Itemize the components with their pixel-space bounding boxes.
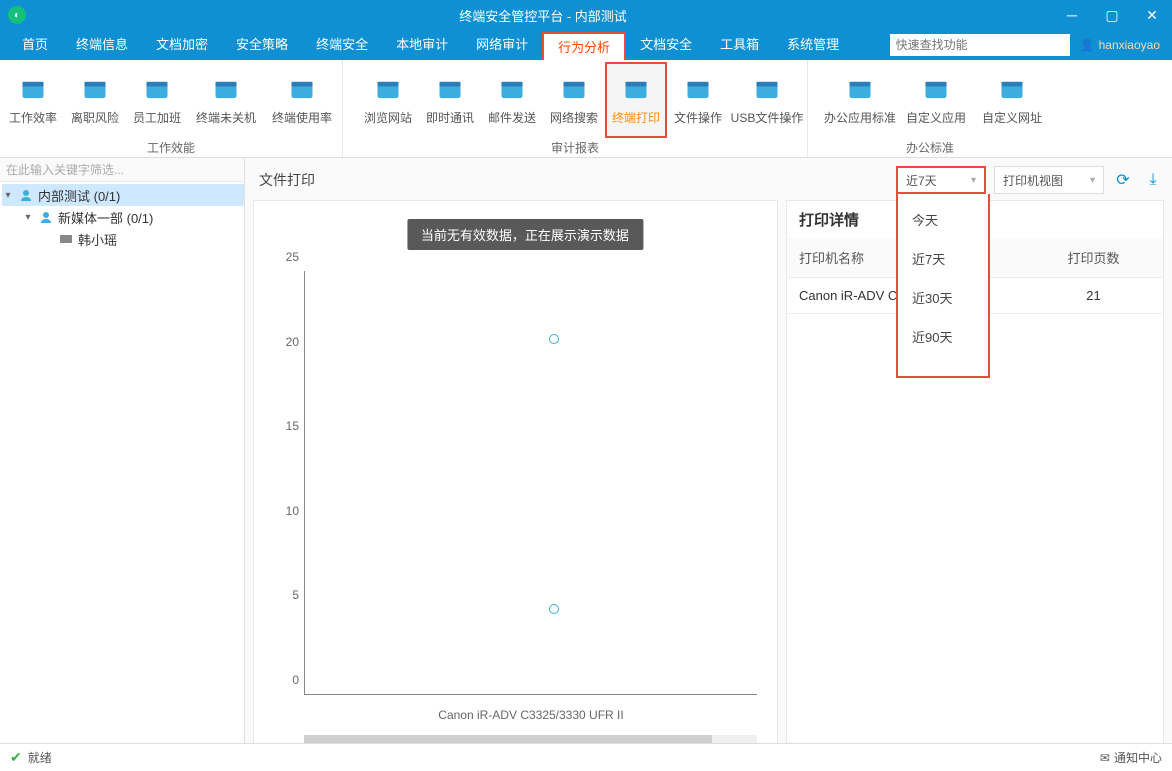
ribbon-item[interactable]: 网络搜索 xyxy=(543,62,605,138)
app-logo: ◐ xyxy=(8,6,26,24)
y-tick: 0 xyxy=(275,673,299,687)
status-bar: ✔ 就绪 ✉ 通知中心 xyxy=(0,743,1172,771)
main-panel: 文件打印 近7天▾ 打印机视图▾ ⟳ ⤓ 今天近7天近30天近90天 当前无有效… xyxy=(245,158,1172,768)
ribbon-item[interactable]: USB文件操作 xyxy=(729,62,805,138)
ribbon-icon xyxy=(142,75,172,105)
notify-center[interactable]: ✉ 通知中心 xyxy=(1100,749,1162,766)
window-title: 终端安全管控平台 - 内部测试 xyxy=(34,6,1052,25)
status-ok-icon: ✔ xyxy=(10,749,22,766)
toast-message: 当前无有效数据，正在展示演示数据 xyxy=(407,219,643,250)
close-button[interactable]: ✕ xyxy=(1132,0,1172,30)
view-dropdown[interactable]: 打印机视图▾ xyxy=(994,166,1104,194)
tree: ▾内部测试 (0/1)▾新媒体一部 (0/1)韩小瑶 xyxy=(0,182,244,250)
ribbon-item[interactable]: 文件操作 xyxy=(667,62,729,138)
y-tick: 10 xyxy=(275,504,299,518)
ribbon-item[interactable]: 浏览网站 xyxy=(357,62,419,138)
chevron-down-icon: ▾ xyxy=(971,175,976,186)
ribbon-icon xyxy=(373,75,403,105)
ribbon-item[interactable]: 终端打印 xyxy=(605,62,667,138)
ribbon: 工作效率离职风险员工加班终端未关机终端使用率工作效能 浏览网站即时通讯邮件发送网络… xyxy=(0,60,1172,158)
ribbon-group-label: 工作效能 xyxy=(147,138,195,158)
ribbon-icon xyxy=(287,75,317,105)
menu-item[interactable]: 终端安全 xyxy=(302,31,382,59)
dropdown-option[interactable]: 近30天 xyxy=(898,278,988,317)
menu-item[interactable]: 系统管理 xyxy=(773,31,853,59)
chart-point xyxy=(549,334,559,344)
status-text: 就绪 xyxy=(28,749,52,766)
dropdown-option[interactable]: 今天 xyxy=(898,200,988,239)
time-range-dropdown[interactable]: 近7天▾ xyxy=(896,166,986,194)
ribbon-icon xyxy=(18,75,48,105)
chart-panel: 当前无有效数据，正在展示演示数据 Canon iR-ADV C3325/3330… xyxy=(253,200,778,760)
ribbon-icon xyxy=(845,75,875,105)
col-pages: 打印页数 xyxy=(1024,238,1163,278)
ribbon-item[interactable]: 终端使用率 xyxy=(264,62,340,138)
ribbon-icon xyxy=(752,75,782,105)
menu-item[interactable]: 安全策略 xyxy=(222,31,302,59)
menu-item[interactable]: 网络审计 xyxy=(462,31,542,59)
ribbon-icon xyxy=(621,75,651,105)
ribbon-item[interactable]: 离职风险 xyxy=(64,62,126,138)
ribbon-item[interactable]: 办公应用标准 xyxy=(822,62,898,138)
user-label[interactable]: 👤 hanxiaoyao xyxy=(1080,38,1160,52)
ribbon-item[interactable]: 终端未关机 xyxy=(188,62,264,138)
ribbon-item[interactable]: 即时通讯 xyxy=(419,62,481,138)
ribbon-icon xyxy=(211,75,241,105)
tree-node[interactable]: 韩小瑶 xyxy=(2,228,244,250)
sidebar: 在此输入关键字筛选... ▾内部测试 (0/1)▾新媒体一部 (0/1)韩小瑶 xyxy=(0,158,245,768)
ribbon-icon xyxy=(80,75,110,105)
menu-item[interactable]: 终端信息 xyxy=(62,31,142,59)
ribbon-item[interactable]: 自定义网址 xyxy=(974,62,1050,138)
dropdown-option[interactable]: 近7天 xyxy=(898,239,988,278)
node-icon xyxy=(58,232,74,246)
ribbon-group-label: 办公标准 xyxy=(906,138,954,158)
user-icon: 👤 xyxy=(1080,38,1095,52)
expand-icon: ▾ xyxy=(22,212,34,223)
ribbon-icon xyxy=(997,75,1027,105)
ribbon-icon xyxy=(497,75,527,105)
y-tick: 15 xyxy=(275,419,299,433)
ribbon-icon xyxy=(921,75,951,105)
menu-item[interactable]: 本地审计 xyxy=(382,31,462,59)
refresh-icon[interactable]: ⟳ xyxy=(1112,169,1134,191)
menu-item[interactable]: 行为分析 xyxy=(542,32,626,60)
chart: Canon iR-ADV C3325/3330 UFR II 051015202… xyxy=(304,271,757,695)
chart-x-label: Canon iR-ADV C3325/3330 UFR II xyxy=(305,708,757,722)
menu-item[interactable]: 工具箱 xyxy=(706,31,773,59)
titlebar: ◐ 终端安全管控平台 - 内部测试 ─ ▢ ✕ xyxy=(0,0,1172,30)
tree-filter-input[interactable]: 在此输入关键字筛选... xyxy=(0,158,244,182)
ribbon-item[interactable]: 邮件发送 xyxy=(481,62,543,138)
menu-item[interactable]: 文档安全 xyxy=(626,31,706,59)
maximize-button[interactable]: ▢ xyxy=(1092,0,1132,30)
menu-item[interactable]: 文档加密 xyxy=(142,31,222,59)
dropdown-option[interactable]: 近90天 xyxy=(898,317,988,356)
ribbon-icon xyxy=(435,75,465,105)
node-icon xyxy=(18,188,34,202)
chevron-down-icon: ▾ xyxy=(1090,175,1095,186)
download-icon[interactable]: ⤓ xyxy=(1142,169,1164,191)
search-input[interactable] xyxy=(890,34,1070,56)
ribbon-item[interactable]: 员工加班 xyxy=(126,62,188,138)
y-tick: 5 xyxy=(275,588,299,602)
tree-node[interactable]: ▾内部测试 (0/1) xyxy=(2,184,244,206)
y-tick: 20 xyxy=(275,335,299,349)
ribbon-icon xyxy=(559,75,589,105)
time-range-menu: 今天近7天近30天近90天 xyxy=(896,194,990,378)
mail-icon: ✉ xyxy=(1100,751,1110,765)
tree-node[interactable]: ▾新媒体一部 (0/1) xyxy=(2,206,244,228)
ribbon-item[interactable]: 工作效率 xyxy=(2,62,64,138)
y-tick: 25 xyxy=(275,250,299,264)
ribbon-group-label: 审计报表 xyxy=(551,138,599,158)
ribbon-icon xyxy=(683,75,713,105)
chart-point xyxy=(549,604,559,614)
menubar: 首页终端信息文档加密安全策略终端安全本地审计网络审计行为分析文档安全工具箱系统管… xyxy=(0,30,1172,60)
ribbon-item[interactable]: 自定义应用 xyxy=(898,62,974,138)
minimize-button[interactable]: ─ xyxy=(1052,0,1092,30)
expand-icon: ▾ xyxy=(2,190,14,201)
node-icon xyxy=(38,210,54,224)
controls: 近7天▾ 打印机视图▾ ⟳ ⤓ xyxy=(896,166,1164,194)
menu-item[interactable]: 首页 xyxy=(8,31,62,59)
